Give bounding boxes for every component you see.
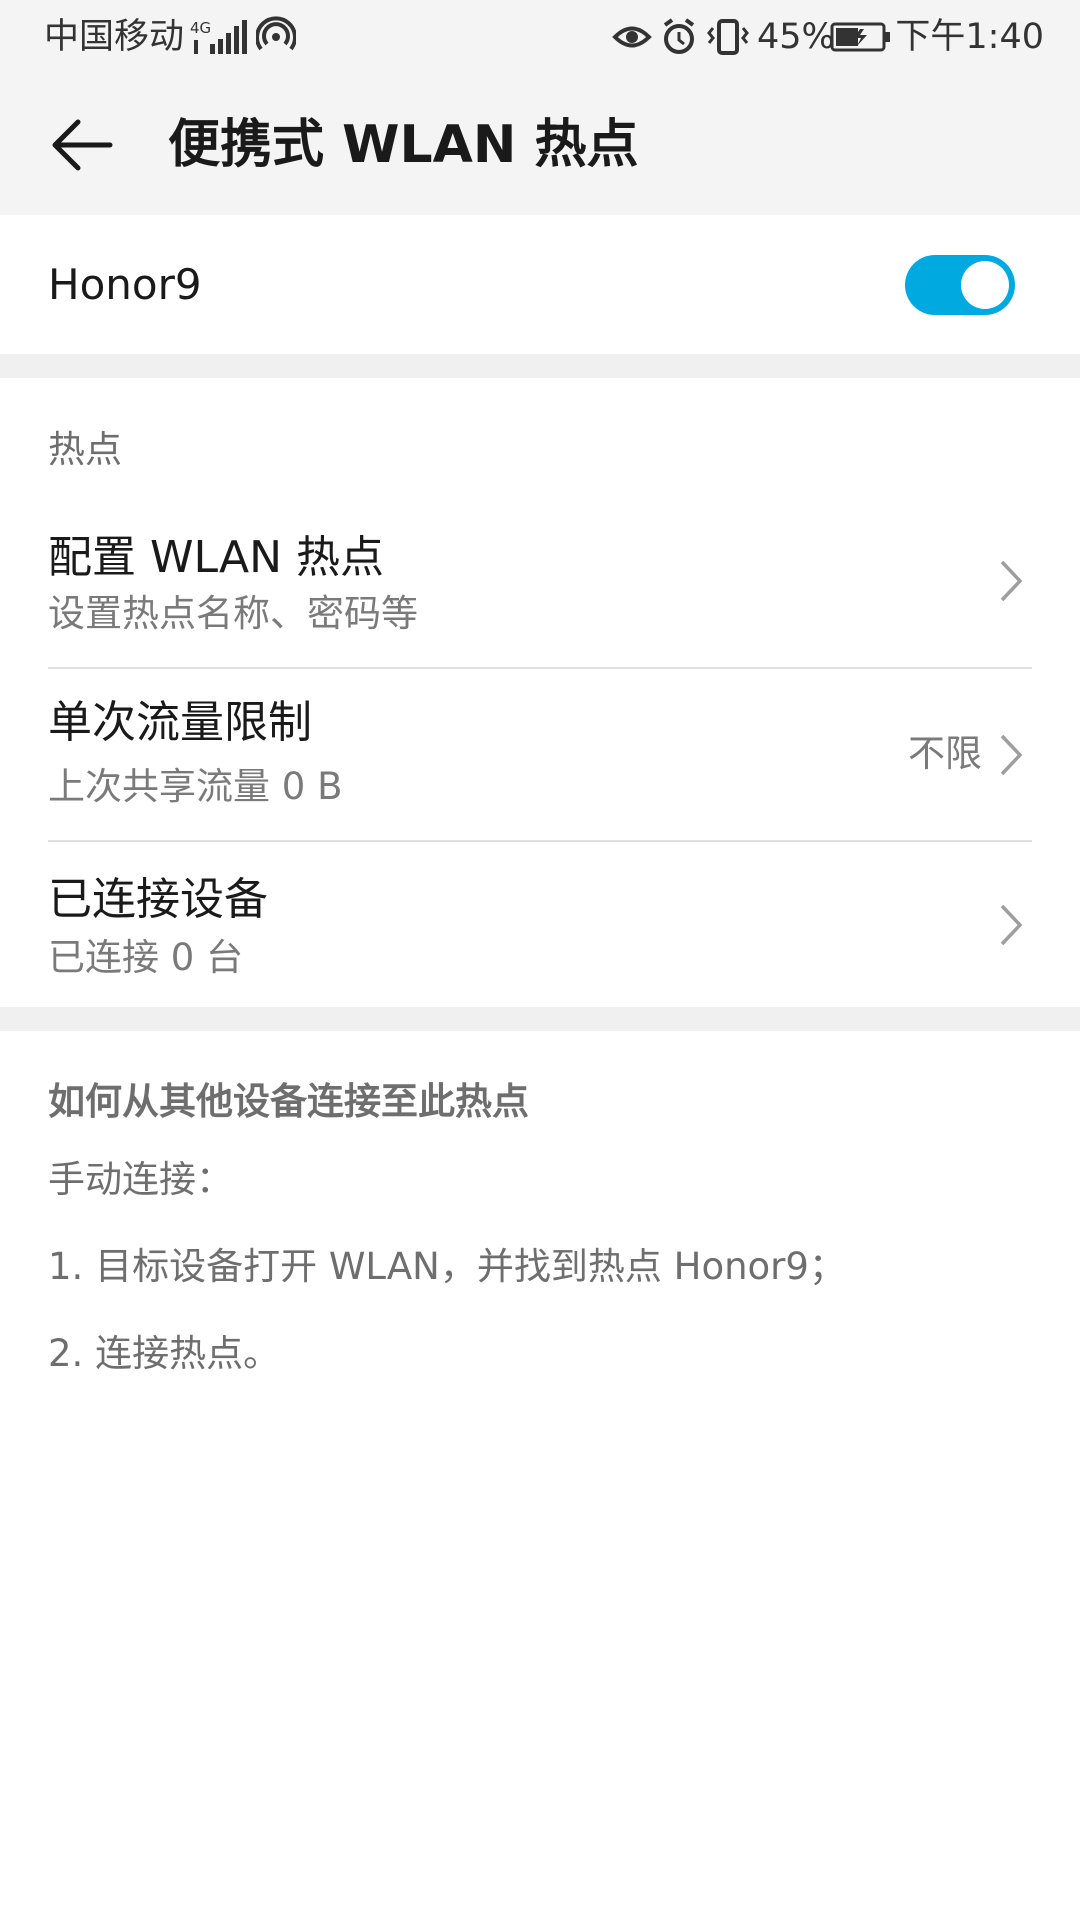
item-value: 不限 [908,732,982,775]
item-subtitle: 设置热点名称、密码等 [48,592,418,635]
page-title: 便携式 WLAN 热点 [168,115,639,175]
hotspot-toggle-row[interactable]: Honor9 [0,215,1080,354]
back-arrow-icon [52,119,113,171]
eye-icon [612,16,652,58]
list-item-configure-hotspot[interactable]: 配置 WLAN 热点 设置热点名称、密码等 [0,510,1080,667]
item-title: 已连接设备 [48,874,268,925]
chevron-right-icon [1000,904,1023,946]
item-subtitle: 上次共享流量 0 B [48,765,343,808]
chevron-right-icon [1000,560,1023,602]
list-item-connected-devices[interactable]: 已连接设备 已连接 0 台 [0,842,1080,1007]
signal-icon: 4G [190,16,248,58]
help-step-1: 1. 目标设备打开 WLAN，并找到热点 Honor9； [48,1245,846,1288]
battery-percent: 45% [757,17,835,57]
hotspot-switch[interactable] [905,255,1015,315]
status-bar: 中国移动 4G 45% 下午1:40 [0,0,1080,74]
carrier-label: 中国移动 [44,17,185,57]
item-subtitle: 已连接 0 台 [48,936,244,979]
help-manual: 手动连接： [48,1158,233,1201]
help-heading: 如何从其他设备连接至此热点 [48,1080,529,1123]
clock: 下午1:40 [895,17,1044,57]
switch-knob [961,261,1009,309]
section-divider [0,1007,1080,1031]
battery-icon [830,16,892,58]
section-header: 热点 [48,428,122,471]
hotspot-name-label: Honor9 [48,260,202,309]
chevron-right-icon [1000,734,1023,776]
app-bar: 便携式 WLAN 热点 [0,74,1080,215]
back-button[interactable] [40,102,126,188]
vibrate-icon [706,16,750,58]
hotspot-icon [255,16,297,58]
section-divider [0,354,1080,378]
list-item-data-limit[interactable]: 单次流量限制 上次共享流量 0 B 不限 [0,669,1080,840]
item-title: 单次流量限制 [48,697,312,748]
alarm-icon [660,16,698,58]
network-type-label: 4G [190,19,211,37]
item-title: 配置 WLAN 热点 [48,532,385,583]
help-step-2: 2. 连接热点。 [48,1332,281,1375]
